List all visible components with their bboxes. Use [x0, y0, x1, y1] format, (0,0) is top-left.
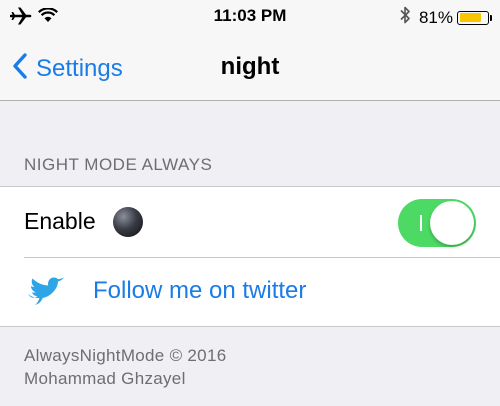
twitter-link[interactable]: Follow me on twitter	[93, 277, 306, 305]
battery-icon	[457, 10, 489, 25]
battery-percent: 81%	[418, 7, 453, 27]
moon-ball-icon	[113, 207, 143, 237]
enable-row: Enable	[0, 187, 500, 257]
bluetooth-icon	[399, 5, 411, 30]
navigation-bar: Settings night	[0, 36, 500, 101]
battery-fill	[459, 13, 482, 22]
footer: AlwaysNightMode © 2016 Mohammad Ghzayel	[24, 344, 226, 390]
footer-copyright: AlwaysNightMode © 2016	[24, 346, 227, 365]
settings-group: Enable Follow me on twitter	[0, 186, 500, 327]
footer-author: Mohammad Ghzayel	[24, 369, 186, 388]
status-right: 81%	[399, 5, 492, 30]
toggle-knob	[430, 201, 474, 245]
enable-toggle[interactable]	[398, 199, 476, 247]
battery-nub	[490, 14, 492, 21]
enable-label: Enable	[24, 208, 96, 234]
section-header: NIGHT MODE ALWAYS	[24, 155, 213, 174]
status-bar: 11:03 PM 81%	[0, 0, 500, 36]
twitter-row[interactable]: Follow me on twitter	[0, 258, 500, 326]
twitter-bird-icon	[26, 277, 66, 312]
toggle-on-mark	[420, 215, 422, 231]
page-title: night	[220, 53, 280, 80]
